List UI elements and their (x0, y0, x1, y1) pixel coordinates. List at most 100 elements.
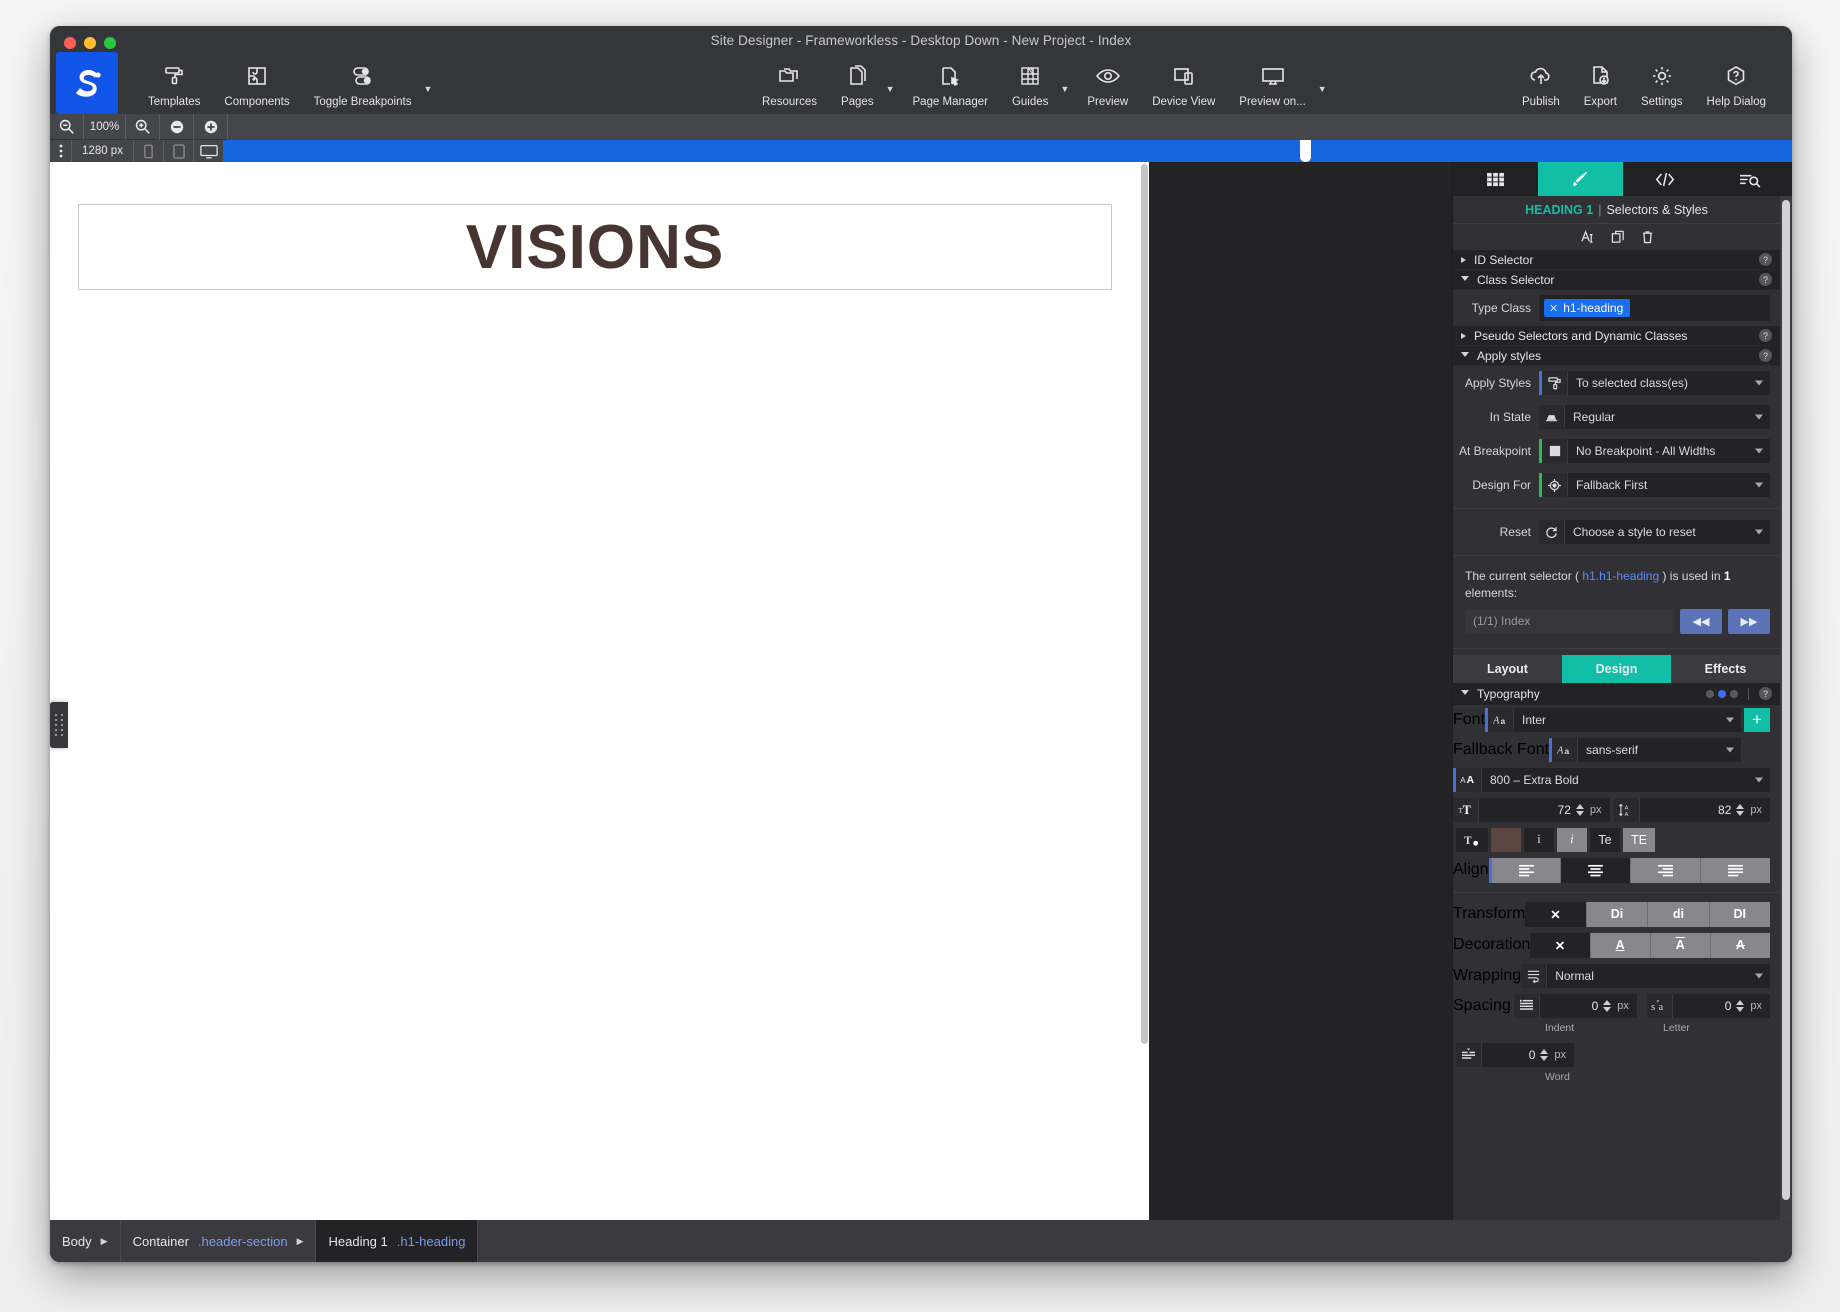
guides-button[interactable]: Guides (1000, 61, 1060, 114)
help-icon[interactable]: ? (1759, 349, 1772, 362)
help-icon[interactable]: ? (1759, 687, 1772, 701)
breakpoint-handle[interactable] (1300, 140, 1311, 162)
transform-lowercase-button[interactable]: di (1648, 901, 1710, 927)
page-canvas[interactable]: VISIONS (50, 162, 1140, 1220)
help-icon[interactable]: ? (1759, 329, 1772, 342)
window-controls[interactable] (64, 37, 116, 49)
help-icon[interactable]: ? (1759, 253, 1772, 266)
indent-spacing-field[interactable]: 0 px (1513, 993, 1637, 1018)
element-select[interactable]: (1/1) Index (1465, 609, 1674, 634)
tab-list-search[interactable] (1707, 162, 1792, 196)
tab-design[interactable]: Design (1562, 654, 1671, 683)
add-font-button[interactable]: + (1744, 707, 1770, 732)
class-chip[interactable]: ✕ h1-heading (1544, 299, 1631, 317)
transform-capitalize-button[interactable]: Di (1586, 901, 1649, 927)
settings-button[interactable]: Settings (1629, 61, 1695, 114)
section-apply-styles[interactable]: Apply styles ? (1453, 346, 1780, 366)
line-through-icon[interactable]: A (1710, 932, 1770, 958)
letter-spacing-stepper[interactable] (1736, 999, 1750, 1012)
preview-button[interactable]: Preview (1075, 61, 1140, 114)
align-left-icon[interactable] (1491, 857, 1562, 883)
canvas-width-label[interactable]: 1280 px (72, 140, 134, 162)
breakpoint-track[interactable] (224, 140, 1792, 162)
dot-1[interactable] (1706, 689, 1714, 698)
increase-button[interactable] (194, 113, 228, 140)
at-breakpoint-select[interactable]: No Breakpoint - All Widths (1568, 439, 1770, 463)
pages-caret-icon[interactable]: ▼ (886, 84, 901, 114)
tab-layout[interactable]: Layout (1453, 655, 1562, 683)
export-button[interactable]: Export (1572, 61, 1629, 114)
preview-on-button[interactable]: Preview on... (1227, 61, 1317, 114)
dot-2-active[interactable] (1718, 689, 1726, 698)
previous-element-button[interactable]: ◀◀ (1680, 608, 1722, 634)
align-right-icon[interactable] (1631, 857, 1702, 883)
tab-code[interactable] (1623, 162, 1708, 196)
font-select[interactable]: Inter (1514, 707, 1741, 732)
dot-3[interactable] (1730, 689, 1738, 698)
small-caps-button[interactable]: TE (1623, 827, 1655, 852)
close-window-button[interactable] (64, 37, 76, 49)
typography-state-dots[interactable]: ? (1706, 687, 1772, 701)
help-dialog-button[interactable]: Help Dialog (1695, 61, 1778, 114)
desktop-icon[interactable] (194, 140, 224, 162)
components-button[interactable]: Components (212, 61, 301, 114)
device-view-button[interactable]: Device View (1140, 61, 1227, 114)
minimize-window-button[interactable] (84, 37, 96, 49)
letter-spacing-field[interactable]: sa 0 px (1646, 993, 1771, 1018)
font-size-stepper[interactable] (1575, 803, 1590, 816)
canvas-scrollbar-thumb[interactable] (1141, 164, 1148, 1044)
none-icon[interactable]: ✕ (1530, 932, 1591, 958)
section-typography[interactable]: Typography ? (1453, 682, 1780, 705)
reset-circle-icon[interactable] (1539, 520, 1565, 544)
tab-elements-grid[interactable] (1453, 162, 1538, 196)
toggle-breakpoints-button[interactable]: Toggle Breakpoints (302, 61, 424, 114)
font-weight-select[interactable]: 800 – Extra Bold (1482, 767, 1770, 792)
word-spacing-stepper[interactable] (1540, 1048, 1554, 1061)
help-icon[interactable]: ? (1759, 273, 1772, 286)
indent-stepper[interactable] (1603, 999, 1617, 1012)
text-cursor-icon[interactable] (1580, 230, 1595, 244)
breadcrumb-item-container[interactable]: Container .header-section ▶ (121, 1220, 317, 1262)
line-height-field[interactable]: AA 82 px (1613, 797, 1770, 822)
fallback-font-select[interactable]: sans-serif (1578, 737, 1741, 762)
tab-effects[interactable]: Effects (1671, 655, 1780, 683)
word-spacing-field[interactable]: 0 px (1456, 1042, 1574, 1067)
align-justify-icon[interactable] (1701, 857, 1771, 883)
text-color-swatch[interactable] (1491, 827, 1521, 852)
publish-button[interactable]: Publish (1510, 61, 1572, 114)
inspector-scrollbar-thumb[interactable] (1782, 200, 1790, 1200)
align-center-icon[interactable] (1561, 857, 1632, 883)
zoom-level-label[interactable]: 100% (84, 113, 126, 140)
canvas-scrollbar[interactable] (1140, 162, 1149, 1220)
breadcrumb-item-body[interactable]: Body ▶ (50, 1220, 121, 1262)
panel-resize-handle[interactable] (50, 702, 68, 748)
italic-normal-button[interactable]: i (1524, 827, 1554, 852)
header-section-container[interactable]: VISIONS (78, 204, 1112, 290)
page-manager-button[interactable]: Page Manager (901, 61, 1000, 114)
app-logo[interactable] (56, 52, 118, 114)
pages-button[interactable]: Pages (829, 61, 886, 114)
x-icon[interactable]: ✕ (1549, 302, 1558, 315)
text-color-icon[interactable]: T (1456, 827, 1488, 852)
text-case-button[interactable]: Te (1590, 827, 1620, 852)
apply-styles-select[interactable]: To selected class(es) (1568, 371, 1770, 395)
decrease-button[interactable] (160, 113, 194, 140)
breadcrumb-item-heading[interactable]: Heading 1 .h1-heading (316, 1220, 479, 1262)
h1-heading[interactable]: VISIONS (466, 212, 725, 283)
design-for-select[interactable]: Fallback First (1568, 473, 1770, 497)
zoom-out-button[interactable] (50, 113, 84, 140)
maximize-window-button[interactable] (104, 37, 116, 49)
inspector-scrollbar[interactable] (1780, 196, 1792, 1220)
guides-caret-icon[interactable]: ▼ (1060, 84, 1075, 114)
next-element-button[interactable]: ▶▶ (1728, 608, 1770, 634)
tablet-icon[interactable] (164, 140, 194, 162)
toggle-breakpoints-caret-icon[interactable]: ▼ (423, 84, 438, 114)
zoom-in-button[interactable] (126, 113, 160, 140)
underline-icon[interactable]: A (1590, 932, 1651, 958)
vertical-dots-icon[interactable] (50, 140, 72, 162)
transform-none-button[interactable]: ✕ (1525, 901, 1587, 927)
type-class-field[interactable]: ✕ h1-heading (1539, 295, 1770, 321)
font-size-field[interactable]: TT 72 px (1453, 797, 1610, 822)
wrapping-select[interactable]: Normal (1547, 963, 1770, 988)
transform-uppercase-button[interactable]: DI (1709, 901, 1770, 927)
